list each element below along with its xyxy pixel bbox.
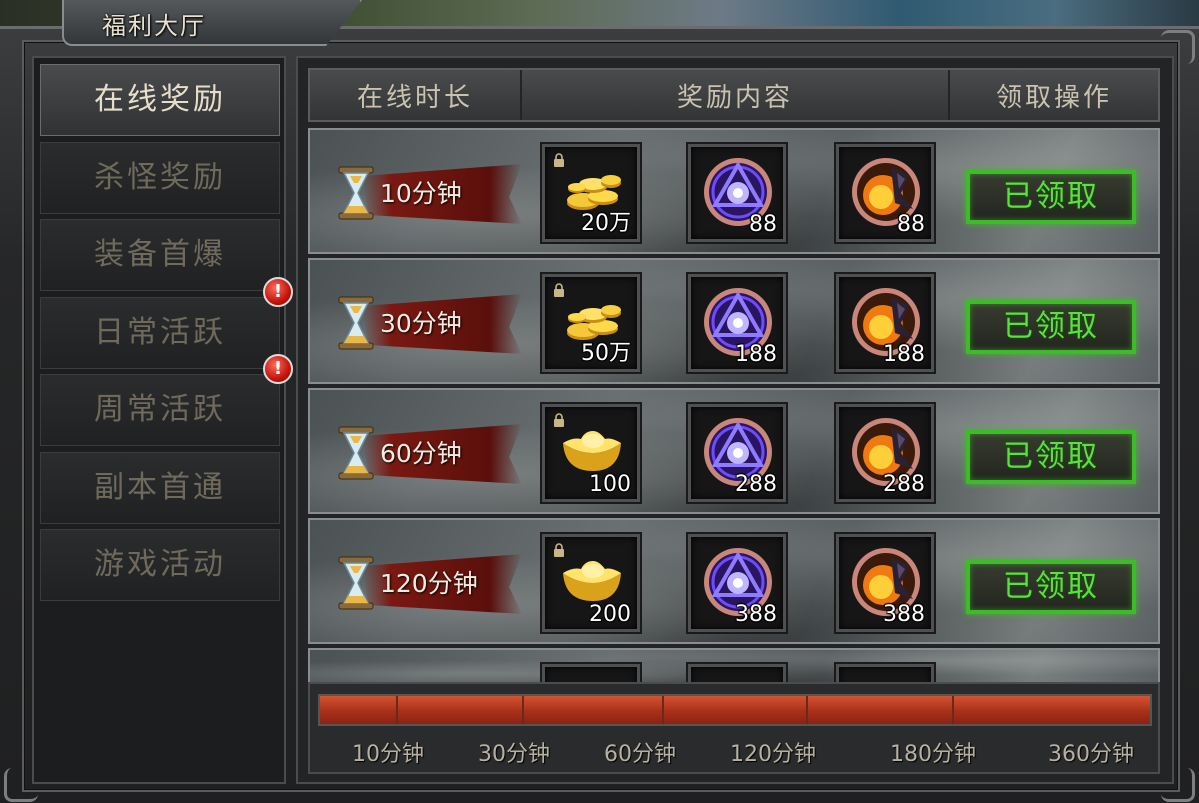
reward-slot[interactable]: 388 [836, 534, 934, 632]
milestone-label: 30分钟 [478, 742, 550, 767]
reward-row: 30分钟 50万 188 188 已领取 [308, 258, 1160, 384]
reward-quantity: 388 [735, 602, 777, 627]
reward-quantity: 188 [735, 342, 777, 367]
sidebar-tab[interactable]: 装备首爆 [40, 219, 280, 291]
reward-slot[interactable]: 88 [688, 144, 786, 242]
reward-slot[interactable]: 388 [688, 534, 786, 632]
reward-quantity: 88 [749, 212, 777, 237]
reward-row: 60分钟 100 288 288 已领取 [308, 388, 1160, 514]
claimed-button[interactable]: 已领取 [966, 300, 1136, 354]
online-progress: 10分钟 30分钟 60分钟 120分钟 180分钟 360分钟 [308, 682, 1160, 774]
reward-quantity: 188 [883, 342, 925, 367]
reward-slot[interactable]: 188 [688, 274, 786, 372]
reward-slot[interactable]: 188 [836, 274, 934, 372]
milestone-label: 60分钟 [604, 742, 676, 767]
progress-tick [952, 696, 954, 724]
milestone-label: 120分钟 [730, 742, 816, 767]
hourglass-icon [336, 556, 376, 610]
header-action: 领取操作 [950, 70, 1158, 120]
lock-icon [554, 543, 564, 557]
window-title: 福利大厅 [102, 12, 206, 40]
claimed-button[interactable]: 已领取 [966, 560, 1136, 614]
reward-slot[interactable]: 288 [836, 404, 934, 502]
reward-row: 10分钟 20万 88 88 已领取 [308, 128, 1160, 254]
table-header: 在线时长 奖励内容 领取操作 [308, 68, 1160, 122]
header-duration: 在线时长 [310, 70, 522, 120]
sidebar-tab[interactable]: 副本首通 [40, 451, 280, 524]
header-rewards: 奖励内容 [522, 70, 950, 120]
reward-slot[interactable]: 50万 [542, 274, 640, 372]
sidebar-tab[interactable]: 日常活跃 [40, 296, 280, 369]
claimed-button[interactable]: 已领取 [966, 430, 1136, 484]
hourglass-icon [336, 166, 376, 220]
reward-slot[interactable]: 200 [542, 534, 640, 632]
milestone-label: 180分钟 [890, 742, 976, 767]
reward-slot[interactable]: 100 [542, 404, 640, 502]
sidebar-tab[interactable]: 杀怪奖励 [40, 141, 280, 214]
reward-slot[interactable]: 20万 [542, 144, 640, 242]
progress-tick [522, 696, 524, 724]
reward-quantity: 50万 [581, 341, 631, 366]
notification-badge-icon: ! [263, 276, 293, 307]
sidebar-tab[interactable]: 在线奖励 [40, 64, 280, 136]
progress-fill [320, 696, 1150, 724]
reward-row: 120分钟 200 388 388 已领取 [308, 518, 1160, 644]
reward-quantity: 288 [735, 472, 777, 497]
claimed-button[interactable]: 已领取 [966, 170, 1136, 224]
lock-icon [554, 283, 564, 297]
progress-tick [806, 696, 808, 724]
progress-tick [662, 696, 664, 724]
sidebar-tab[interactable]: 游戏活动 [40, 529, 280, 601]
reward-quantity: 200 [589, 602, 631, 627]
reward-quantity: 100 [589, 472, 631, 497]
milestone-label: 360分钟 [1048, 742, 1134, 767]
duration-label: 30分钟 [380, 309, 462, 338]
reward-quantity: 20万 [581, 211, 631, 236]
reward-slot[interactable]: 88 [836, 144, 934, 242]
reward-slot[interactable]: 288 [688, 404, 786, 502]
reward-quantity: 88 [897, 212, 925, 237]
duration-label: 10分钟 [380, 179, 462, 208]
duration-label: 60分钟 [380, 439, 462, 468]
sidebar-tab[interactable]: 周常活跃 [40, 374, 280, 446]
milestone-label: 10分钟 [352, 742, 424, 767]
hourglass-icon [336, 426, 376, 480]
notification-badge-icon: ! [263, 354, 293, 384]
hourglass-icon [336, 296, 376, 350]
progress-track [318, 694, 1152, 726]
reward-quantity: 388 [883, 602, 925, 627]
reward-quantity: 288 [883, 472, 925, 497]
duration-label: 120分钟 [380, 569, 478, 598]
reward-row-partial [308, 648, 1160, 686]
lock-icon [554, 413, 564, 427]
progress-tick [396, 696, 398, 724]
lock-icon [554, 153, 564, 167]
